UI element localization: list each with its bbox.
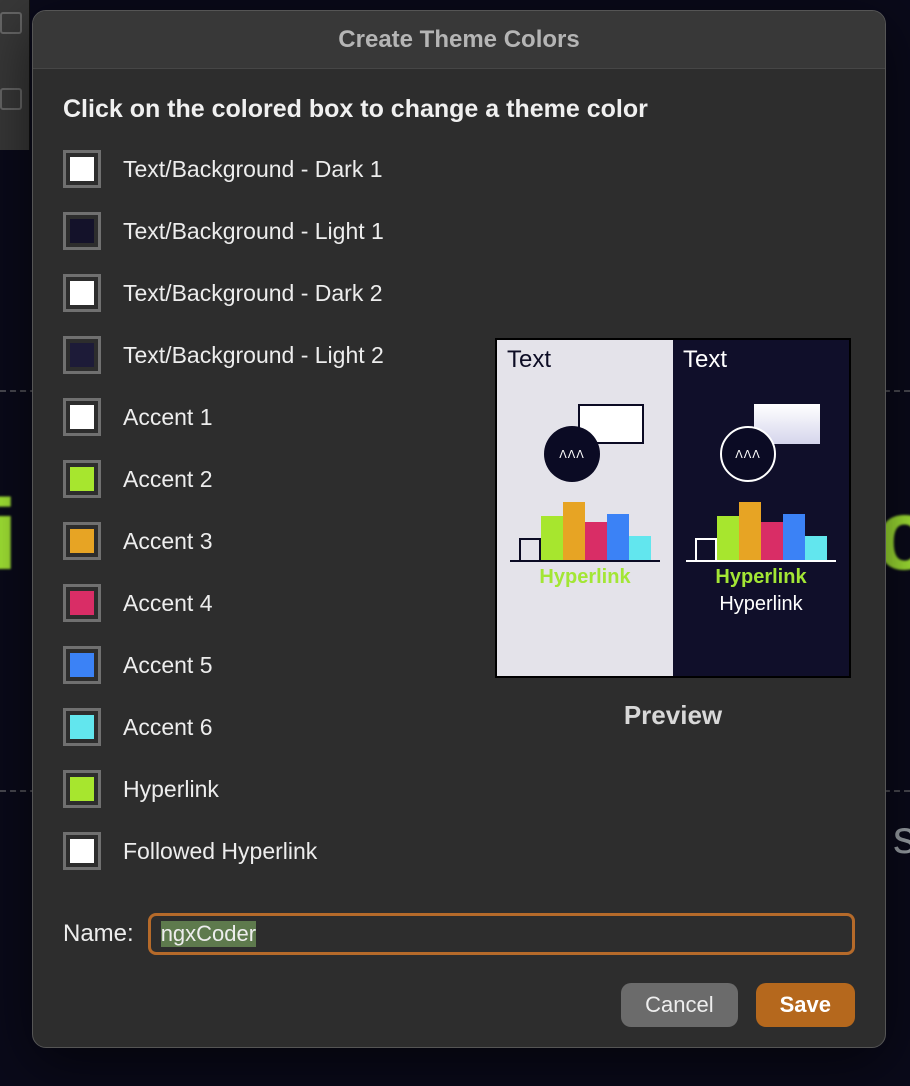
preview-bar [739,502,761,560]
color-label-light2: Text/Background - Light 2 [123,342,384,369]
name-label: Name: [63,920,134,948]
color-row-accent2: Accent 2 [63,460,463,498]
color-label-hyperlink: Hyperlink [123,776,219,803]
save-button[interactable]: Save [756,983,855,1027]
preview-shapes: ᐱᐱᐱ [520,404,650,494]
zigzag-icon: ᐱᐱᐱ [559,448,585,461]
color-row-dark2: Text/Background - Dark 2 [63,274,463,312]
color-label-accent3: Accent 3 [123,528,213,555]
color-row-light2: Text/Background - Light 2 [63,336,463,374]
cancel-button[interactable]: Cancel [621,983,737,1027]
preview-bar [519,538,541,560]
color-swatch-inner [70,715,94,739]
preview-bar [695,538,717,560]
color-swatch-inner [70,777,94,801]
color-swatch-inner [70,653,94,677]
preview-mini-chart [510,498,660,562]
color-swatch-accent4[interactable] [63,584,101,622]
dialog-instruction: Click on the colored box to change a the… [63,95,855,124]
bg-slide-text: i [0,478,17,593]
color-label-light1: Text/Background - Light 1 [123,218,384,245]
theme-name-input[interactable] [148,913,855,955]
preview-bar [585,522,607,560]
dialog-title: Create Theme Colors [33,11,885,69]
color-label-dark1: Text/Background - Dark 1 [123,156,383,183]
color-row-hyperlink: Hyperlink [63,770,463,808]
color-swatch-inner [70,405,94,429]
preview-shapes: ᐱᐱᐱ [696,404,826,494]
color-label-accent6: Accent 6 [123,714,213,741]
color-label-accent1: Accent 1 [123,404,213,431]
color-label-accent2: Accent 2 [123,466,213,493]
color-swatch-inner [70,591,94,615]
preview-bar [783,514,805,560]
zigzag-icon: ᐱᐱᐱ [735,448,761,461]
preview-bar [761,522,783,560]
preview-hyperlink-label: Hyperlink [539,566,630,589]
color-swatch-hyperlink[interactable] [63,770,101,808]
preview-bar [717,516,739,560]
obscured-toolbar [0,0,30,150]
color-row-accent5: Accent 5 [63,646,463,684]
color-row-light1: Text/Background - Light 1 [63,212,463,250]
color-swatch-inner [70,219,94,243]
preview-mini-chart [686,498,836,562]
color-swatch-accent6[interactable] [63,708,101,746]
color-label-followed: Followed Hyperlink [123,838,317,865]
preview-followed-hyperlink-label: Hyperlink [719,593,802,616]
preview-text-label: Text [507,346,551,374]
color-row-dark1: Text/Background - Dark 1 [63,150,463,188]
preview-bar [607,514,629,560]
color-row-accent4: Accent 4 [63,584,463,622]
create-theme-colors-dialog: Create Theme Colors Click on the colored… [32,10,886,1048]
color-swatch-inner [70,467,94,491]
preview-circle-icon: ᐱᐱᐱ [720,426,776,482]
color-swatch-accent1[interactable] [63,398,101,436]
color-label-dark2: Text/Background - Dark 2 [123,280,383,307]
color-swatch-accent3[interactable] [63,522,101,560]
color-swatch-light2[interactable] [63,336,101,374]
color-swatch-accent5[interactable] [63,646,101,684]
preview-bar [541,516,563,560]
preview-column: Text ᐱᐱᐱ Hyperlink Text ᐱᐱᐱ [491,150,855,903]
preview-text-label: Text [683,346,727,374]
bg-slide-subtext: s [893,810,910,864]
preview-bar [805,536,827,560]
color-swatch-dark1[interactable] [63,150,101,188]
preview-bar [563,502,585,560]
preview-bar [629,536,651,560]
theme-color-list: Text/Background - Dark 1 Text/Background … [63,150,463,903]
preview-circle-icon: ᐱᐱᐱ [544,426,600,482]
preview-hyperlink-label: Hyperlink [715,566,806,589]
name-row: Name: [63,913,855,955]
color-label-accent4: Accent 4 [123,590,213,617]
color-swatch-light1[interactable] [63,212,101,250]
color-swatch-inner [70,343,94,367]
color-row-accent3: Accent 3 [63,522,463,560]
dialog-buttons: Cancel Save [63,983,855,1027]
color-label-accent5: Accent 5 [123,652,213,679]
color-swatch-accent2[interactable] [63,460,101,498]
color-swatch-dark2[interactable] [63,274,101,312]
preview-box: Text ᐱᐱᐱ Hyperlink Text ᐱᐱᐱ [495,338,851,678]
preview-light-panel: Text ᐱᐱᐱ Hyperlink [497,340,673,676]
color-row-accent1: Accent 1 [63,398,463,436]
color-row-accent6: Accent 6 [63,708,463,746]
color-swatch-inner [70,157,94,181]
dialog-title-text: Create Theme Colors [338,26,579,54]
color-row-followed: Followed Hyperlink [63,832,463,870]
color-swatch-inner [70,529,94,553]
color-swatch-inner [70,281,94,305]
color-swatch-followed[interactable] [63,832,101,870]
color-swatch-inner [70,839,94,863]
preview-dark-panel: Text ᐱᐱᐱ Hyperlink Hyperlink [673,340,849,676]
preview-caption: Preview [624,700,722,731]
